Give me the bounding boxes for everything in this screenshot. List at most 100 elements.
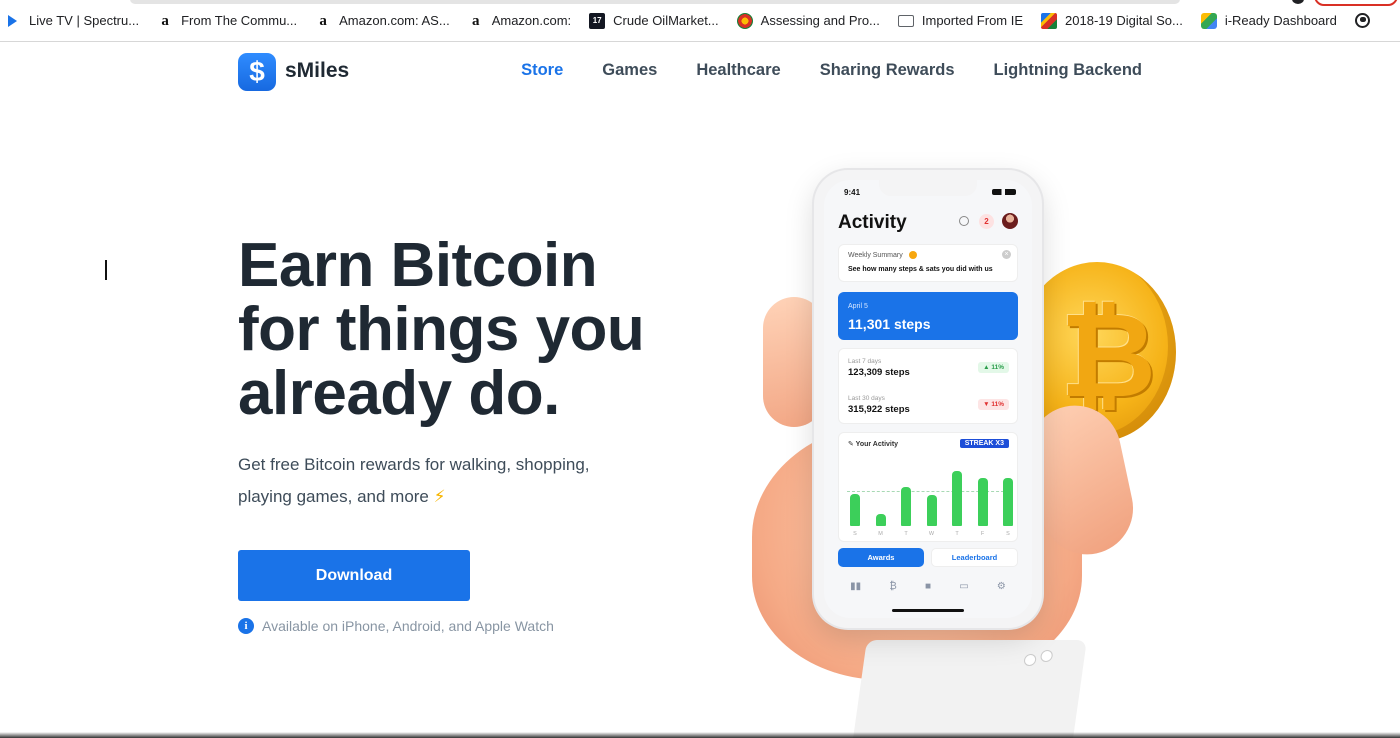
activity-bar <box>850 494 860 526</box>
bookmark-live-tv[interactable]: Live TV | Spectru... <box>8 0 139 42</box>
main-nav: Store Games Healthcare Sharing Rewards L… <box>521 61 1142 80</box>
bookmark-label: i-Ready Dashboard <box>1224 13 1337 28</box>
folder-icon <box>897 13 914 29</box>
bookmark-label: 2018-19 Digital So... <box>1065 13 1183 28</box>
address-bar-edge <box>130 0 1180 4</box>
last7-change: ▲ 11% <box>978 362 1009 373</box>
activity-bar <box>952 471 962 526</box>
bookmark-crude-oil[interactable]: 17 Crude OilMarket... <box>589 0 719 42</box>
cube-icon <box>1200 12 1217 29</box>
bookmark-label: Assessing and Pro... <box>760 13 880 28</box>
home-indicator <box>892 609 964 612</box>
chart-icon: ▮▮ <box>850 580 862 592</box>
download-button[interactable]: Download <box>238 550 470 601</box>
weekly-summary-card: Weekly Summary × See how many steps & sa… <box>838 244 1018 282</box>
activity-chart-title: ✎ Your Activity <box>848 441 899 448</box>
weekly-title: Weekly Summary <box>848 252 903 259</box>
last30-stat: Last 30 days 315,922 steps <box>848 395 910 415</box>
availability-text: Available on iPhone, Android, and Apple … <box>262 618 554 634</box>
amazon-icon: a <box>319 12 327 29</box>
last30-label: Last 30 days <box>848 395 885 402</box>
activity-bar <box>875 514 886 526</box>
streak-badge: STREAK X3 <box>959 439 1009 448</box>
bookmark-label: Live TV | Spectru... <box>29 13 140 28</box>
availability-note: i Available on iPhone, Android, and Appl… <box>238 618 554 634</box>
tradingview-icon: 17 <box>589 12 606 29</box>
coin-icon <box>909 251 917 259</box>
amazon-icon: a <box>471 12 480 29</box>
activity-title: Activity <box>838 212 907 233</box>
site-header: $ sMiles Store Games Healthcare Sharing … <box>0 42 1400 102</box>
last7-stat: Last 7 days 123,309 steps <box>848 358 910 378</box>
bookmark-amazon-as[interactable]: a Amazon.com: AS... <box>315 0 449 42</box>
bottom-edge <box>0 732 1400 738</box>
leaderboard-tab: Leaderboard <box>931 548 1018 567</box>
phone-notch <box>879 180 977 196</box>
activity-bar <box>1003 478 1013 526</box>
bitcoin-icon: ₿ <box>889 580 897 592</box>
day-label: F <box>980 531 985 537</box>
bookmark-i-ready[interactable]: i-Ready Dashboard <box>1200 0 1337 42</box>
nav-store[interactable]: Store <box>521 61 563 80</box>
hero-subtext-text: Get free Bitcoin rewards for walking, sh… <box>238 455 590 506</box>
phone-tab-bar: ▮▮ ₿ ■ ▭ ⚙ <box>824 575 1032 597</box>
last30-value: 315,922 steps <box>848 404 910 415</box>
activity-chart-card: ✎ Your Activity STREAK X3 S M T W T F S <box>838 432 1018 542</box>
hero-headline: Earn Bitcoin for things you already do. <box>238 231 645 428</box>
play-icon <box>8 14 17 27</box>
last7-label: Last 7 days <box>848 358 882 365</box>
card-icon: ▭ <box>959 580 969 592</box>
logo-icon[interactable]: $ <box>238 53 276 91</box>
update-button-edge[interactable] <box>1314 0 1398 6</box>
activity-bars: SMTWTFS <box>847 461 1013 537</box>
amazon-icon: a <box>161 12 169 29</box>
day-label: S <box>1006 531 1010 537</box>
lightning-icon: ⚡ <box>433 487 446 506</box>
activity-bar <box>901 487 911 526</box>
phone-mockup: 9:41 Activity 2 Weekly Summary × See how… <box>814 170 1042 628</box>
bookmarks-bar: Live TV | Spectru... a From The Commu...… <box>0 0 1400 42</box>
day-label: T <box>904 531 908 537</box>
nav-games[interactable]: Games <box>602 61 657 80</box>
bookmark-from-the-community[interactable]: a From The Commu... <box>157 0 297 42</box>
awards-tab: Awards <box>838 548 924 567</box>
bookmark-globe[interactable] <box>1354 0 1370 42</box>
steps-stats-card: Last 7 days 123,309 steps ▲ 11% Last 30 … <box>838 348 1018 424</box>
bookmark-assessing[interactable]: Assessing and Pro... <box>736 0 880 42</box>
bookmark-imported-from-ie[interactable]: Imported From IE <box>897 0 1024 42</box>
battery-icon <box>992 189 1016 195</box>
steps-today-card: April 5 11,301 steps <box>838 292 1018 340</box>
brand-name[interactable]: sMiles <box>285 59 349 83</box>
nav-lightning-backend[interactable]: Lightning Backend <box>994 61 1143 80</box>
avatar <box>1002 213 1018 229</box>
day-label: S <box>853 531 857 537</box>
last30-change: ▼ 11% <box>978 399 1009 410</box>
bookmark-amazon[interactable]: a Amazon.com: <box>468 0 571 42</box>
weekly-text: See how many steps & sats you did with u… <box>848 266 993 273</box>
nav-sharing-rewards[interactable]: Sharing Rewards <box>820 61 955 80</box>
day-label: T <box>955 531 959 537</box>
close-icon: × <box>1002 250 1011 259</box>
sleeve-illustration <box>853 640 1087 738</box>
flower-icon <box>736 12 753 29</box>
steps-date: April 5 <box>848 303 868 310</box>
activity-bar <box>926 495 937 526</box>
bookmark-label: Amazon.com: <box>491 13 572 28</box>
day-label: W <box>928 531 935 537</box>
cuff-button <box>1023 654 1037 666</box>
bookmark-label: Crude OilMarket... <box>613 13 719 28</box>
bookmark-label: From The Commu... <box>181 13 298 28</box>
info-icon: i <box>238 618 254 634</box>
bookmark-digital[interactable]: 2018-19 Digital So... <box>1041 0 1183 42</box>
bitcoin-symbol: ₿ <box>1060 286 1157 424</box>
phone-time: 9:41 <box>844 188 861 197</box>
notification-badge: 2 <box>979 214 994 229</box>
cuff-button <box>1039 650 1054 662</box>
bookmark-label: Imported From IE <box>921 13 1024 28</box>
activity-bar <box>977 478 988 526</box>
nav-healthcare[interactable]: Healthcare <box>696 61 780 80</box>
phone-screen: 9:41 Activity 2 Weekly Summary × See how… <box>824 180 1032 618</box>
gear-icon: ⚙ <box>996 580 1006 592</box>
flag-icon <box>1041 12 1058 29</box>
steps-today: 11,301 steps <box>848 316 931 332</box>
